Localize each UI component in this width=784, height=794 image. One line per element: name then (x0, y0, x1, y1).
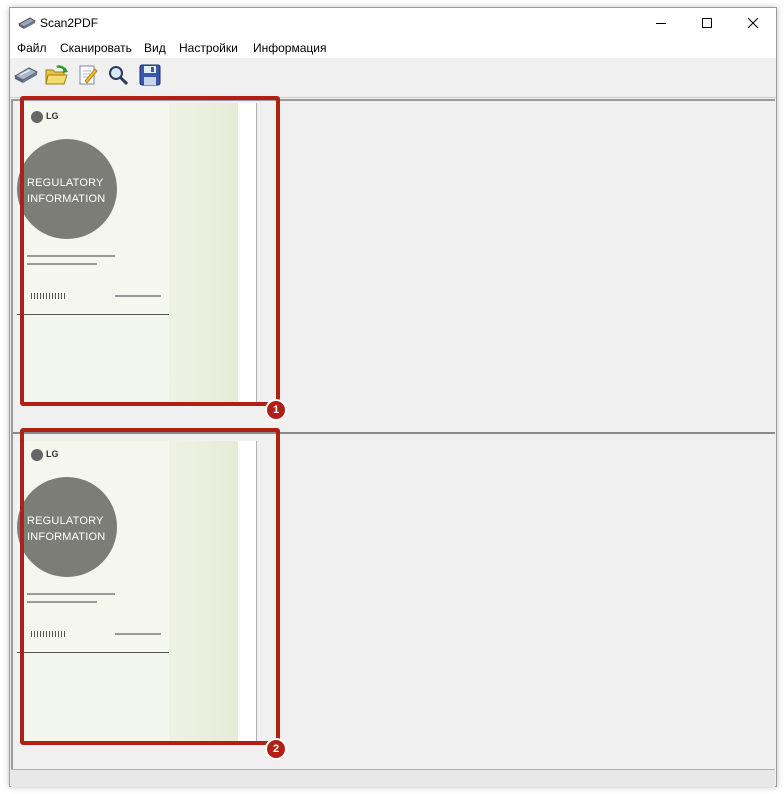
window-title: Scan2PDF (40, 16, 99, 30)
maximize-button[interactable] (684, 8, 730, 38)
zoom-icon (107, 64, 129, 89)
scanner-icon (17, 16, 37, 30)
open-button[interactable] (44, 63, 70, 89)
minimize-icon (656, 18, 666, 28)
save-button[interactable] (137, 63, 163, 89)
callout-box-1 (20, 96, 280, 406)
title-bar[interactable]: Scan2PDF (10, 8, 776, 38)
scan-button[interactable] (13, 63, 39, 89)
menu-view[interactable]: Вид (144, 41, 166, 55)
toolbar (10, 58, 776, 98)
menu-info[interactable]: Информация (253, 41, 326, 55)
callout-badge-1: 1 (265, 399, 287, 421)
menu-settings[interactable]: Настройки (179, 41, 238, 55)
menu-file[interactable]: Файл (17, 41, 47, 55)
callout-box-2 (20, 428, 280, 745)
maximize-icon (702, 18, 712, 28)
menu-scan[interactable]: Сканировать (60, 41, 132, 55)
minimize-button[interactable] (638, 8, 684, 38)
close-button[interactable] (730, 8, 776, 38)
menu-bar: Файл Сканировать Вид Настройки Информаци… (10, 38, 776, 58)
status-bar (11, 769, 775, 787)
callout-badge-2: 2 (265, 738, 287, 760)
save-icon (139, 64, 161, 89)
zoom-button[interactable] (105, 63, 131, 89)
scan-icon (13, 65, 39, 88)
edit-icon (77, 64, 99, 89)
close-icon (748, 18, 758, 28)
app-window: Scan2PDF Файл Сканировать Вид Настройки … (9, 7, 777, 787)
open-folder-icon (45, 64, 69, 89)
edit-button[interactable] (75, 63, 101, 89)
